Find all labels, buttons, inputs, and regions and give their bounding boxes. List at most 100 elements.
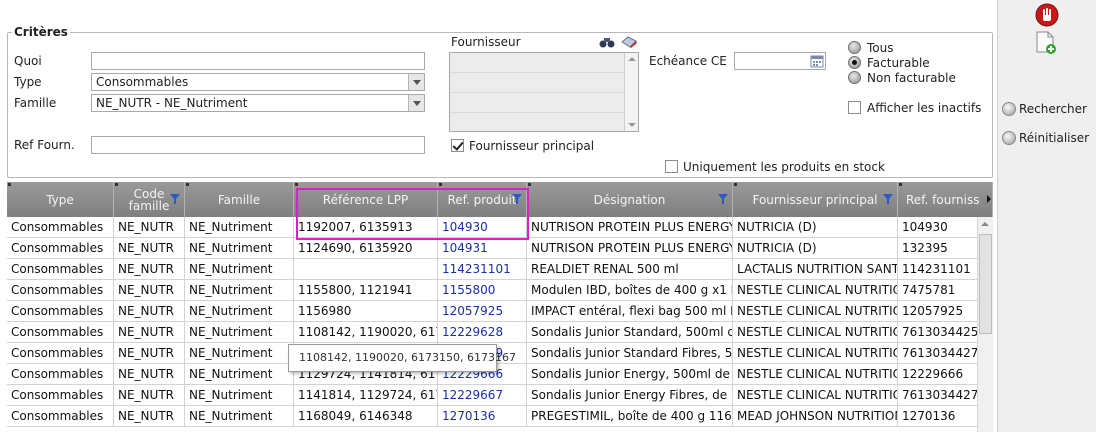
column-resize-grip-icon[interactable] [186,183,189,186]
column-resize-grip-icon[interactable] [528,183,531,186]
fournisseur-label: Fournisseur [451,35,521,49]
ref-produit-cell[interactable]: 104930 [438,217,527,238]
col-ref-produit-header-label: Ref. produit [447,192,517,207]
code-famille-cell: NE_NUTR [114,364,185,385]
col-designation-header-label: Désignation [593,192,666,207]
scroll-up-icon[interactable] [981,222,989,226]
famille-select[interactable]: NE_NUTR - NE_Nutriment [91,94,425,112]
afficher-inactifs-checkbox[interactable] [848,101,861,114]
results-grid: Type Code famille Famille Référence LPP Ref.… [7,182,993,432]
criteria-title: Critères [12,25,70,39]
column-resize-grip-icon[interactable] [115,183,118,186]
scrollbar-thumb[interactable] [979,234,992,334]
designation-cell: Sondalis Junior Energy Fibres, de 1 [527,385,733,406]
type-cell: Consommables [7,364,114,385]
radio-non-facturable[interactable] [848,71,861,84]
vertical-scrollbar[interactable] [977,217,993,432]
table-row[interactable]: Consommables NE_NUTR NE_Nutriment 1192007, … [7,217,993,238]
col-fournisseur-principal-header-label: Fournisseur principal [752,192,878,207]
famille-select-value: NE_NUTR - NE_Nutriment [96,96,248,110]
list-item[interactable] [450,53,624,73]
code-famille-cell: NE_NUTR [114,385,185,406]
famille-cell: NE_Nutriment [185,280,294,301]
ref-produit-cell[interactable]: 1155800 [438,280,527,301]
table-row[interactable]: Consommables NE_NUTR NE_Nutriment 1156980 12… [7,301,993,322]
column-resize-grip-icon[interactable] [8,183,11,186]
ref-produit-cell[interactable]: 1270136 [438,406,527,427]
eraser-icon[interactable] [620,36,638,48]
table-row[interactable]: Consommables NE_NUTR NE_Nutriment 114231101… [7,259,993,280]
radio-facturable[interactable] [848,56,861,69]
type-select[interactable]: Consommables [91,73,425,91]
ref-produit-cell[interactable]: 12057925 [438,301,527,322]
table-row[interactable]: Consommables NE_NUTR NE_Nutriment 1141814, … [7,385,993,406]
col-reference-lpp-header-label: Référence LPP [322,192,409,207]
famille-cell: NE_Nutriment [185,343,294,364]
filter-funnel-icon[interactable] [512,194,522,204]
col-ref-fournisseur-header[interactable]: Ref. fourniss [898,182,993,217]
column-resize-grip-icon[interactable] [439,183,442,186]
stop-hand-icon[interactable] [1035,3,1059,27]
binoculars-icon[interactable] [599,36,615,48]
chevron-down-icon[interactable] [408,74,424,90]
ref-fourn-input[interactable] [91,136,425,154]
stock-only-checkbox[interactable] [665,160,678,173]
reinitialiser-button[interactable]: Réinitialiser [1002,131,1089,145]
col-famille-header[interactable]: Famille [185,182,294,217]
scroll-up-icon[interactable] [628,57,636,61]
quoi-input[interactable] [91,52,425,70]
designation-cell: NUTRISON PROTEIN PLUS ENERGY [527,238,733,259]
list-item[interactable] [450,73,624,93]
col-designation-header[interactable]: Désignation [527,182,733,217]
scroll-right-icon[interactable] [985,192,993,206]
fournisseur-principal-checkbox[interactable] [451,139,464,152]
col-reference-lpp-header[interactable]: Référence LPP [294,182,438,217]
column-resize-grip-icon[interactable] [295,183,298,186]
fournisseur-principal-cell: NUTRICIA (D) [733,217,898,238]
fournisseur-principal-cell: NESTLE CLINICAL NUTRITION [733,322,898,343]
fournisseur-principal-cell: LACTALIS NUTRITION SANTE [733,259,898,280]
table-row[interactable]: Consommables NE_NUTR NE_Nutriment 1124690, … [7,238,993,259]
col-code-famille-header[interactable]: Code famille [114,182,185,217]
list-item[interactable] [450,113,624,133]
code-famille-cell: NE_NUTR [114,322,185,343]
rechercher-button[interactable]: Rechercher [1002,102,1087,116]
famille-cell: NE_Nutriment [185,322,294,343]
famille-cell: NE_Nutriment [185,406,294,427]
col-ref-produit-header[interactable]: Ref. produit [438,182,527,217]
col-type-header[interactable]: Type [7,182,114,217]
designation-cell: Sondalis Junior Energy, 500ml de 1 [527,364,733,385]
fournisseur-list[interactable] [449,52,639,132]
type-cell: Consommables [7,238,114,259]
new-document-icon[interactable] [1034,31,1058,55]
reference-lpp-cell [294,259,438,280]
filter-funnel-icon[interactable] [718,194,728,204]
chevron-down-icon[interactable] [408,95,424,111]
type-cell: Consommables [7,406,114,427]
echeance-input[interactable] [734,52,826,70]
scroll-down-icon[interactable] [628,123,636,127]
grid-header: Type Code famille Famille Référence LPP Ref.… [7,182,993,217]
type-cell: Consommables [7,385,114,406]
radio-tous[interactable] [848,41,861,54]
list-item[interactable] [450,93,624,113]
fournisseur-principal-cell: NESTLE CLINICAL NUTRITION [733,385,898,406]
action-panel: Rechercher Réinitialiser [997,0,1096,432]
ref-produit-cell[interactable]: 12229667 [438,385,527,406]
column-resize-grip-icon[interactable] [899,183,902,186]
column-resize-grip-icon[interactable] [734,183,737,186]
ref-produit-cell[interactable]: 12229628 [438,322,527,343]
calendar-icon[interactable] [810,54,824,68]
col-fournisseur-principal-header[interactable]: Fournisseur principal [733,182,898,217]
table-row[interactable]: ConsommablesNE_NUTRNE_Nutriment1108142, … [7,322,993,343]
ref-produit-cell[interactable]: 114231101 [438,259,527,280]
table-row[interactable]: Consommables NE_NUTR NE_Nutriment 1168049, … [7,406,993,427]
col-famille-header-label: Famille [217,192,261,207]
table-row[interactable]: Consommables NE_NUTR NE_Nutriment 1155800, … [7,280,993,301]
designation-cell: Sondalis Junior Standard, 500ml de [527,322,733,343]
ref-produit-cell[interactable]: 104931 [438,238,527,259]
filter-funnel-icon[interactable] [170,194,180,204]
fournisseur-scrollbar[interactable] [624,53,638,131]
filter-funnel-icon[interactable] [883,194,893,204]
reference-lpp-cell: 1156980 [294,301,438,322]
